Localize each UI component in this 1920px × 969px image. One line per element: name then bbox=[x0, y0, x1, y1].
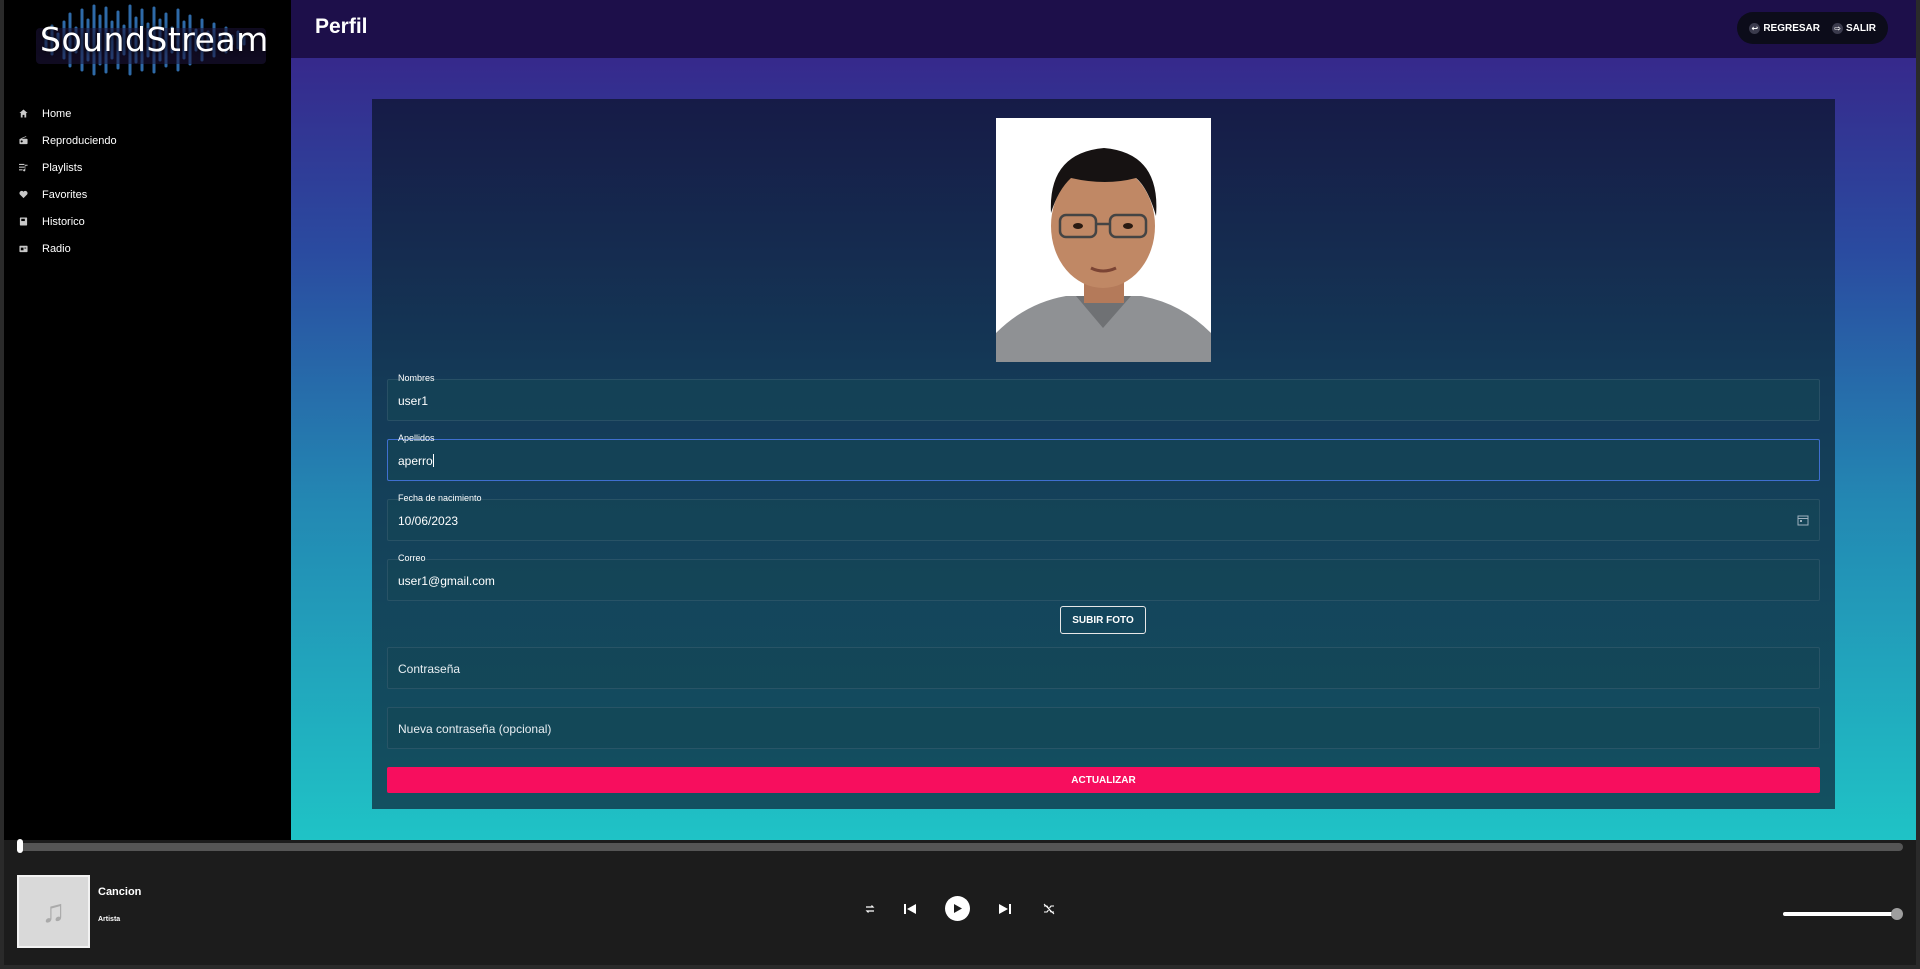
volume-handle[interactable] bbox=[1891, 908, 1903, 920]
back-button[interactable]: ↩ REGRESAR bbox=[1749, 22, 1820, 34]
sidebar-item-label: Reproduciendo bbox=[42, 134, 117, 147]
nombres-field[interactable]: Nombres user1 bbox=[387, 373, 1820, 421]
password-placeholder: Contraseña bbox=[398, 662, 461, 676]
heart-icon bbox=[18, 190, 28, 200]
header-actions: ↩ REGRESAR ⇨ SALIR bbox=[1737, 12, 1888, 44]
radio-box-icon bbox=[18, 244, 28, 254]
email-field[interactable]: Correo user1@gmail.com bbox=[387, 553, 1820, 601]
main-content: Perfil ↩ REGRESAR ⇨ SALIR Nombres user1 … bbox=[291, 0, 1916, 840]
back-arrow-icon: ↩ bbox=[1749, 22, 1761, 34]
next-icon[interactable] bbox=[996, 900, 1014, 918]
sidebar: SoundStream Home Reproduciendo Playlists… bbox=[4, 0, 291, 840]
artist-name: Artista bbox=[98, 916, 121, 923]
progress-handle[interactable] bbox=[17, 839, 23, 853]
email-label: Correo bbox=[398, 553, 426, 563]
apellidos-value-wrap: aperro bbox=[398, 454, 434, 468]
new-password-placeholder: Nueva contraseña (opcional) bbox=[398, 722, 552, 736]
calendar-icon[interactable] bbox=[1797, 514, 1809, 526]
sidebar-item-home[interactable]: Home bbox=[4, 100, 291, 127]
apellidos-field[interactable]: Apellidos aperro bbox=[387, 433, 1820, 481]
sidebar-item-label: Radio bbox=[42, 242, 71, 255]
logout-button[interactable]: ⇨ SALIR bbox=[1832, 22, 1876, 34]
playback-controls bbox=[861, 896, 1058, 921]
nombres-label: Nombres bbox=[398, 373, 435, 383]
play-button[interactable] bbox=[945, 896, 970, 921]
logo: SoundStream bbox=[36, 2, 269, 78]
sidebar-item-reproduciendo[interactable]: Reproduciendo bbox=[4, 127, 291, 154]
book-icon bbox=[18, 217, 28, 227]
sidebar-nav: Home Reproduciendo Playlists Favorites H… bbox=[4, 100, 291, 262]
password-field[interactable]: Contraseña bbox=[387, 647, 1820, 689]
birthdate-field[interactable]: Fecha de nacimiento 10/06/2023 bbox=[387, 493, 1820, 541]
back-button-label: REGRESAR bbox=[1763, 22, 1820, 34]
previous-icon[interactable] bbox=[901, 900, 919, 918]
top-bar: Perfil ↩ REGRESAR ⇨ SALIR bbox=[291, 0, 1916, 58]
sidebar-item-label: Playlists bbox=[42, 161, 83, 174]
email-value: user1@gmail.com bbox=[398, 574, 495, 588]
birthdate-label: Fecha de nacimiento bbox=[398, 493, 482, 503]
text-cursor bbox=[432, 454, 434, 467]
repeat-icon[interactable] bbox=[861, 900, 879, 918]
home-icon bbox=[18, 109, 28, 119]
sidebar-item-playlists[interactable]: Playlists bbox=[4, 154, 291, 181]
profile-card: Nombres user1 Apellidos aperro Fecha de … bbox=[372, 99, 1835, 809]
radio-icon bbox=[18, 136, 28, 146]
apellidos-label: Apellidos bbox=[398, 433, 435, 443]
sidebar-item-label: Historico bbox=[42, 215, 85, 228]
volume-slider[interactable] bbox=[1783, 912, 1898, 916]
sidebar-item-favorites[interactable]: Favorites bbox=[4, 181, 291, 208]
update-button[interactable]: ACTUALIZAR bbox=[387, 767, 1820, 793]
new-password-field[interactable]: Nueva contraseña (opcional) bbox=[387, 707, 1820, 749]
music-note-icon: ♫ bbox=[41, 893, 66, 929]
sidebar-item-label: Home bbox=[42, 107, 72, 120]
birthdate-value: 10/06/2023 bbox=[398, 514, 459, 528]
album-art: ♫ bbox=[17, 875, 90, 948]
song-title: Cancion bbox=[98, 886, 142, 898]
logout-button-label: SALIR bbox=[1846, 22, 1876, 34]
playlist-icon bbox=[18, 163, 28, 173]
page-title: Perfil bbox=[315, 15, 368, 38]
apellidos-value: aperro bbox=[398, 454, 433, 468]
upload-photo-button[interactable]: SUBIR FOTO bbox=[1060, 606, 1146, 634]
play-icon bbox=[954, 904, 962, 913]
sidebar-item-radio[interactable]: Radio bbox=[4, 235, 291, 262]
shuffle-off-icon[interactable] bbox=[1040, 900, 1058, 918]
sidebar-item-historico[interactable]: Historico bbox=[4, 208, 291, 235]
progress-bar[interactable] bbox=[18, 843, 1903, 851]
logout-icon: ⇨ bbox=[1832, 22, 1843, 34]
app-name: SoundStream bbox=[40, 20, 269, 59]
profile-photo-image bbox=[996, 118, 1211, 362]
sidebar-item-label: Favorites bbox=[42, 188, 88, 201]
nombres-value: user1 bbox=[398, 394, 429, 408]
profile-photo bbox=[996, 118, 1211, 362]
